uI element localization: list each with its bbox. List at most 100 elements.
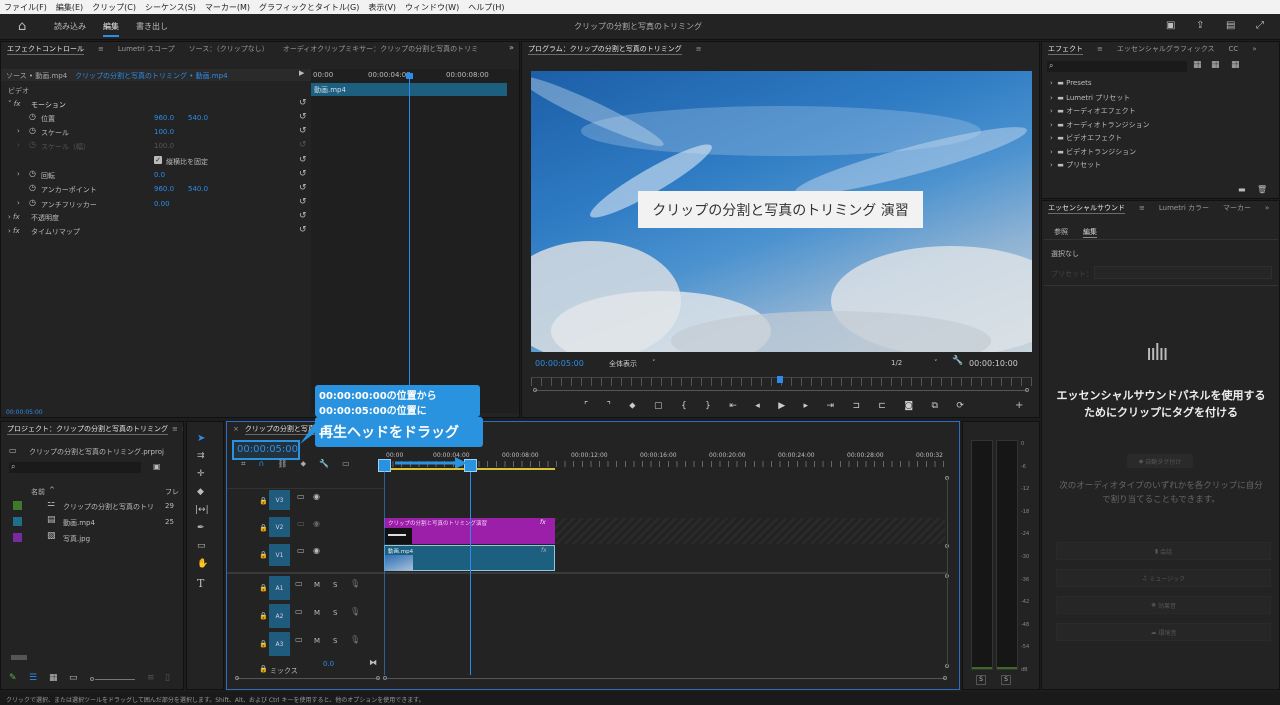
freeform-view-icon[interactable]: ▭	[69, 673, 78, 683]
lock-icon[interactable]: 🔒	[259, 612, 268, 620]
sequence-label[interactable]: クリップの分割と写真のトリミング • 動画.mp4	[75, 71, 228, 81]
zoom-slider-handle[interactable]	[90, 677, 94, 681]
sync-lock-icon[interactable]: ▭	[297, 546, 305, 555]
share-icon[interactable]: ⇪	[1196, 20, 1204, 31]
sync-lock-icon[interactable]: ▭	[295, 579, 303, 588]
reset-icon[interactable]: ↺	[299, 112, 307, 122]
tab-lumetri-scope[interactable]: Lumetri スコープ	[118, 44, 175, 54]
label-color-swatch[interactable]	[13, 501, 22, 510]
antiflicker-value[interactable]: 0.00	[154, 200, 170, 208]
menu-clip[interactable]: クリップ(C)	[92, 2, 136, 13]
program-zoom-handle-left[interactable]	[533, 388, 537, 392]
project-item-photo[interactable]: ▧ 写真.jpg	[5, 530, 181, 546]
reset-icon[interactable]: ↺	[299, 183, 307, 193]
fx-motion-toggle[interactable]: ˅ fx	[8, 100, 20, 108]
sync-lock-icon[interactable]: ▭	[295, 635, 303, 644]
automate-icon[interactable]: ▯	[165, 673, 170, 683]
anchor-y-value[interactable]: 540.0	[188, 185, 208, 193]
microphone-icon[interactable]: 🎙	[350, 607, 360, 616]
menu-window[interactable]: ウィンドウ(W)	[405, 2, 459, 13]
tab-menu-icon[interactable]: ≡	[1097, 45, 1103, 53]
add-marker-icon[interactable]: ⬥	[629, 401, 635, 413]
menu-sequence[interactable]: シーケンス(S)	[145, 2, 196, 13]
hand-tool-icon[interactable]: ✋	[197, 559, 208, 569]
quality-select[interactable]: 1/2	[891, 359, 902, 367]
insert-icon[interactable]: ⊐	[852, 401, 860, 413]
reset-icon[interactable]: ↺	[299, 211, 307, 221]
mini-playhead[interactable]	[409, 77, 410, 413]
scroll-handle-left[interactable]	[235, 676, 239, 680]
music-button[interactable]: ♫ ミュージック	[1056, 569, 1271, 587]
program-zoom-bar[interactable]	[535, 390, 1027, 391]
sort-ascending-icon[interactable]: ^	[49, 486, 55, 494]
column-name[interactable]: 名前	[31, 487, 45, 497]
mute-button[interactable]: M	[314, 581, 320, 589]
stopwatch-icon[interactable]: ◷	[29, 169, 36, 178]
play-icon[interactable]: ▶	[778, 401, 785, 413]
go-in-icon[interactable]: {	[681, 401, 687, 413]
effects-folder[interactable]: › ▬ オーディオエフェクト	[1050, 106, 1270, 120]
effects-folder[interactable]: › ▬ オーディオトランジション	[1050, 120, 1270, 134]
panel-overflow-icon[interactable]: »	[1252, 45, 1256, 53]
rotation-value[interactable]: 0.0	[154, 171, 165, 179]
reset-icon[interactable]: ↺	[299, 126, 307, 136]
tab-audio-clip-mixer[interactable]: オーディオクリップミキサー：クリップの分割と写真のトリミ	[283, 44, 478, 54]
track-a3-header[interactable]: A3	[269, 632, 290, 656]
ambience-button[interactable]: ☁ 環境音	[1056, 623, 1271, 641]
mute-button[interactable]: M	[314, 637, 320, 645]
razor-tool-icon[interactable]: ◆	[197, 487, 204, 497]
go-out-icon[interactable]: }	[705, 401, 711, 413]
subtab-edit[interactable]: 編集	[1083, 227, 1097, 238]
home-icon[interactable]: ⌂	[18, 19, 26, 34]
zoom-handle-left[interactable]	[383, 676, 387, 680]
position-x-value[interactable]: 960.0	[154, 114, 174, 122]
workspace-panel-icon[interactable]: ▣	[1166, 20, 1175, 31]
pen-tool-icon[interactable]: ✒	[197, 523, 205, 533]
menu-edit[interactable]: 編集(E)	[56, 2, 83, 13]
solo-button[interactable]: S	[333, 609, 337, 617]
tab-lumetri-color[interactable]: Lumetri カラー	[1159, 203, 1209, 213]
reset-icon[interactable]: ↺	[299, 225, 307, 235]
timeline-playhead[interactable]	[470, 462, 471, 675]
lock-icon[interactable]: 🔒	[259, 524, 268, 532]
eye-icon[interactable]: ◉	[313, 519, 320, 528]
tab-essential-graphics[interactable]: エッセンシャルグラフィックス	[1117, 44, 1215, 54]
tab-menu-icon[interactable]: ≡	[98, 45, 104, 53]
panel-overflow-icon[interactable]: »	[509, 43, 514, 52]
tab-menu-icon[interactable]: ≡	[1139, 204, 1145, 212]
mix-value[interactable]: 0.0	[323, 660, 334, 668]
add-button-icon[interactable]: +	[1015, 400, 1023, 411]
sfx-button[interactable]: ✺ 効果音	[1056, 596, 1271, 614]
sync-lock-icon[interactable]: ▭	[295, 607, 303, 616]
effects-folder[interactable]: › ▬ Lumetri プリセット	[1050, 93, 1270, 107]
track-v3-header[interactable]: V3	[269, 490, 290, 510]
title-overlay[interactable]: クリップの分割と写真のトリミング 演習	[638, 191, 923, 228]
solo-button[interactable]: S	[333, 637, 337, 645]
close-icon[interactable]: ×	[233, 425, 239, 433]
zoom-slider[interactable]	[95, 679, 135, 680]
menu-marker[interactable]: マーカー(M)	[205, 2, 250, 13]
stopwatch-icon[interactable]: ◷	[29, 112, 36, 121]
effects-search-input[interactable]: ⌕	[1047, 61, 1187, 72]
effects-folder[interactable]: › ▬ プリセット	[1050, 160, 1270, 174]
sync-lock-icon[interactable]: ▭	[297, 492, 305, 501]
linked-select-icon[interactable]: ⛓	[277, 459, 287, 471]
mark-in-icon[interactable]: ⌜	[584, 401, 588, 413]
video-audio-divider[interactable]	[227, 572, 947, 574]
microphone-icon[interactable]: 🎙	[350, 635, 360, 644]
yuv-icon[interactable]: ▦	[1231, 60, 1240, 70]
overwrite-icon[interactable]: ⊏	[878, 401, 886, 413]
new-bin-icon[interactable]: ▬	[1238, 185, 1246, 194]
trash-icon[interactable]: 🗑	[1257, 185, 1267, 194]
menu-graphics[interactable]: グラフィックとタイトル(G)	[259, 2, 359, 13]
fit-select[interactable]: 全体表示	[609, 359, 637, 369]
wrench-icon[interactable]: 🔧	[952, 356, 963, 366]
quality-dropdown-icon[interactable]: ˅	[934, 359, 938, 367]
column-fps[interactable]: フレ	[165, 487, 179, 497]
lock-icon[interactable]: 🔒	[259, 640, 268, 648]
tab-project[interactable]: プロジェクト：クリップの分割と写真のトリミング	[7, 424, 168, 435]
fx-opacity-toggle[interactable]: › fx	[8, 213, 20, 221]
reset-icon[interactable]: ↺	[299, 197, 307, 207]
lock-icon[interactable]: 🔒	[259, 497, 268, 505]
solo-button[interactable]: S	[333, 581, 337, 589]
